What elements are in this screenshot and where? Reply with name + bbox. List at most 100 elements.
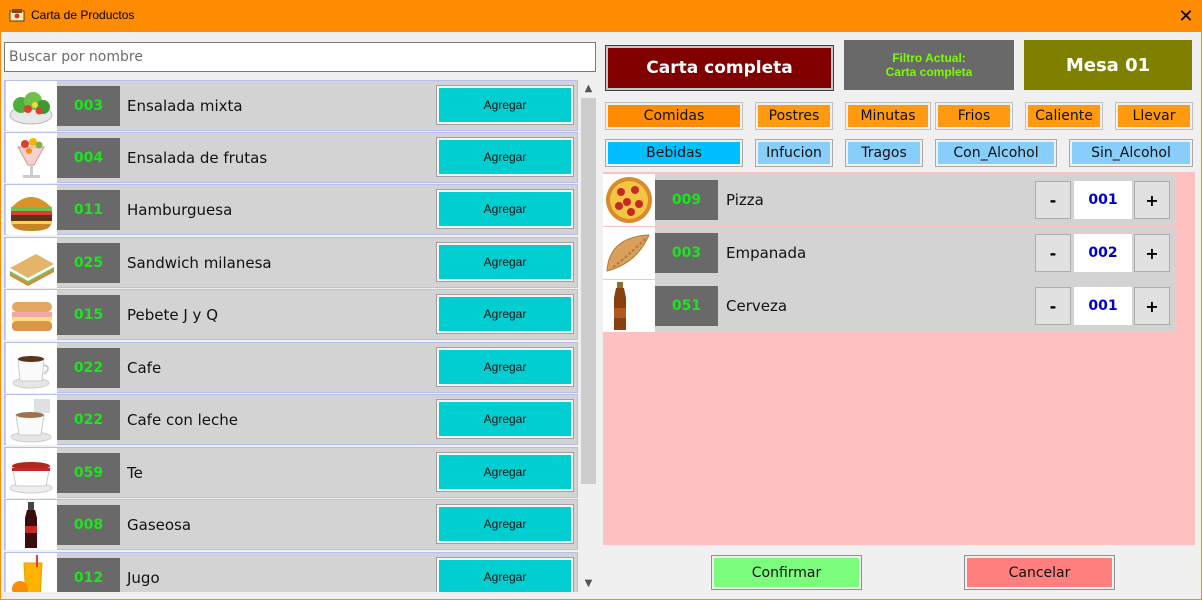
product-code: 008 (57, 505, 120, 545)
category-tragos[interactable]: Tragos (845, 139, 923, 167)
filter-value: Carta completa (885, 65, 973, 79)
product-name: Ensalada mixta (127, 97, 243, 115)
chevron-up-icon[interactable]: ▲ (580, 80, 597, 97)
list-scrollbar[interactable]: ▲ ▼ (580, 80, 597, 592)
product-name: Cafe (127, 359, 162, 377)
filter-title: Filtro Actual: (892, 51, 966, 65)
category-infucion[interactable]: Infucion (755, 139, 833, 167)
burger-icon (6, 185, 57, 235)
confirm-button[interactable]: Confirmar (711, 555, 862, 590)
cancel-button[interactable]: Cancelar (964, 555, 1115, 590)
order-code: 003 (655, 233, 718, 273)
category-caliente[interactable]: Caliente (1025, 102, 1103, 130)
add-button[interactable]: Agregar (436, 504, 574, 544)
category-llevar[interactable]: Llevar (1115, 102, 1193, 130)
juice-icon (6, 553, 57, 592)
pebete-icon (6, 290, 57, 340)
scrollbar-thumb[interactable] (581, 98, 596, 484)
salad-icon (6, 81, 57, 131)
coffee-milk-icon (6, 395, 57, 445)
order-name: Cerveza (726, 297, 788, 315)
increase-button[interactable]: + (1134, 234, 1170, 272)
increase-button[interactable]: + (1134, 181, 1170, 219)
product-code: 022 (57, 348, 120, 388)
add-button[interactable]: Agregar (436, 85, 574, 125)
search-input[interactable] (4, 42, 596, 72)
category-frios[interactable]: Frios (935, 102, 1013, 130)
category-postres[interactable]: Postres (755, 102, 833, 130)
product-code: 003 (57, 86, 120, 126)
category-bebidas[interactable]: Bebidas (605, 139, 743, 167)
product-list[interactable]: 003 Ensalada mixta Agregar 004 Ensalada … (4, 80, 578, 592)
list-item: 015 Pebete J y Q Agregar (4, 289, 578, 340)
add-button[interactable]: Agregar (436, 242, 574, 282)
order-code: 051 (655, 286, 718, 326)
add-button[interactable]: Agregar (436, 557, 574, 592)
order-row: 051 Cerveza - 001 + (603, 280, 1176, 332)
product-name: Cafe con leche (127, 411, 239, 429)
decrease-button[interactable]: - (1035, 181, 1071, 219)
empanada-icon (603, 227, 655, 279)
tea-icon (6, 448, 57, 498)
category-con-alcohol[interactable]: Con_Alcohol (935, 139, 1057, 167)
product-name: Hamburguesa (127, 201, 233, 219)
product-code: 025 (57, 243, 120, 283)
product-code: 011 (57, 190, 120, 230)
product-code: 022 (57, 400, 120, 440)
order-name: Pizza (726, 191, 764, 209)
add-button[interactable]: Agregar (436, 347, 574, 387)
product-name: Pebete J y Q (127, 306, 219, 324)
table-label: Mesa 01 (1024, 40, 1192, 90)
list-item: 012 Jugo Agregar (4, 552, 578, 592)
carta-completa-button[interactable]: Carta completa (605, 45, 834, 91)
product-code: 059 (57, 453, 120, 493)
product-name: Te (127, 464, 143, 482)
list-item: 022 Cafe con leche Agregar (4, 394, 578, 445)
category-comidas[interactable]: Comidas (605, 102, 743, 130)
category-sin-alcohol[interactable]: Sin_Alcohol (1069, 139, 1193, 167)
add-button[interactable]: Agregar (436, 294, 574, 334)
chevron-down-icon[interactable]: ▼ (580, 575, 597, 592)
order-list: 009 Pizza - 001 + 003 Empanada - 002 + 0… (603, 172, 1195, 545)
product-code: 012 (57, 558, 120, 592)
product-code: 015 (57, 295, 120, 335)
close-icon[interactable]: ✕ (1170, 0, 1202, 32)
decrease-button[interactable]: - (1035, 287, 1071, 325)
product-name: Gaseosa (127, 516, 192, 534)
fruit-cup-icon (6, 133, 57, 183)
add-button[interactable]: Agregar (436, 189, 574, 229)
app-icon (9, 9, 25, 22)
decrease-button[interactable]: - (1035, 234, 1071, 272)
add-button[interactable]: Agregar (436, 452, 574, 492)
quantity-value: 002 (1074, 234, 1132, 272)
order-name: Empanada (726, 244, 807, 262)
category-minutas[interactable]: Minutas (845, 102, 931, 130)
order-code: 009 (655, 180, 718, 220)
add-button[interactable]: Agregar (436, 399, 574, 439)
list-item: 003 Ensalada mixta Agregar (4, 80, 578, 131)
quantity-value: 001 (1074, 181, 1132, 219)
list-item: 059 Te Agregar (4, 447, 578, 498)
product-name: Jugo (127, 569, 160, 587)
soda-bottle-icon (6, 500, 57, 550)
sandwich-icon (6, 238, 57, 288)
add-button[interactable]: Agregar (436, 137, 574, 177)
list-item: 004 Ensalada de frutas Agregar (4, 132, 578, 183)
order-row: 009 Pizza - 001 + (603, 174, 1176, 226)
current-filter-label: Filtro Actual: Carta completa (844, 40, 1014, 90)
beer-bottle-icon (603, 280, 655, 332)
quantity-value: 001 (1074, 287, 1132, 325)
list-item: 008 Gaseosa Agregar (4, 499, 578, 550)
coffee-icon (6, 343, 57, 393)
product-name: Ensalada de frutas (127, 149, 268, 167)
product-name: Sandwich milanesa (127, 254, 272, 272)
product-code: 004 (57, 138, 120, 178)
increase-button[interactable]: + (1134, 287, 1170, 325)
pizza-icon (603, 174, 655, 226)
list-item: 022 Cafe Agregar (4, 342, 578, 393)
order-row: 003 Empanada - 002 + (603, 227, 1176, 279)
list-item: 011 Hamburguesa Agregar (4, 184, 578, 235)
title-bar: Carta de Productos ✕ (0, 0, 1202, 32)
list-item: 025 Sandwich milanesa Agregar (4, 237, 578, 288)
window-title: Carta de Productos (31, 8, 135, 22)
